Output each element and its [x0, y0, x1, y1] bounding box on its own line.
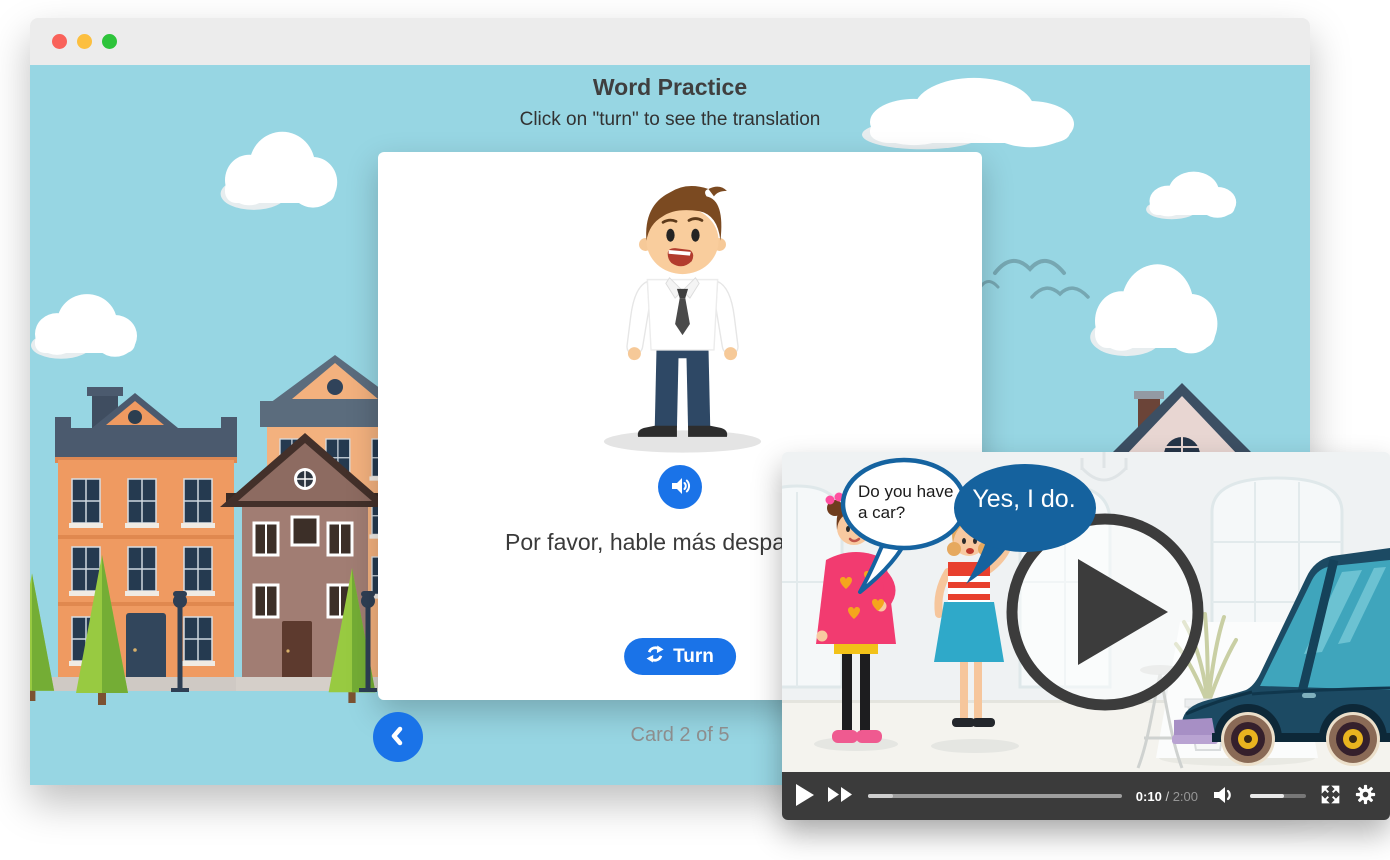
- time-current: 0:10: [1136, 789, 1162, 804]
- cartoon-man-illustration: [590, 162, 775, 462]
- video-controls-bar: 0:10 / 2:00: [782, 772, 1390, 820]
- speech-bubble-left-text: Do you have a car?: [858, 481, 964, 523]
- turn-button-label: Turn: [673, 646, 714, 668]
- volume-button[interactable]: [1212, 785, 1236, 808]
- time-separator: /: [1165, 789, 1172, 804]
- close-button[interactable]: [52, 34, 67, 49]
- page-subtitle: Click on "turn" to see the translation: [30, 109, 1310, 131]
- volume-icon: [1212, 785, 1236, 808]
- page-title: Word Practice: [30, 74, 1310, 101]
- refresh-icon: [646, 645, 664, 669]
- time-display: 0:10 / 2:00: [1136, 789, 1198, 804]
- gear-icon: [1355, 784, 1376, 808]
- video-screen[interactable]: Do you have a car? Yes, I do.: [782, 452, 1390, 772]
- time-total: 2:00: [1173, 789, 1198, 804]
- audio-button[interactable]: [658, 465, 702, 509]
- play-button[interactable]: [796, 784, 814, 809]
- fullscreen-button[interactable]: [1320, 784, 1341, 808]
- window-titlebar: [30, 18, 1310, 65]
- progress-played: [868, 794, 893, 798]
- play-icon: [1000, 705, 1210, 720]
- progress-bar[interactable]: [868, 794, 1122, 798]
- fullscreen-icon: [1320, 784, 1341, 808]
- speech-bubble-right-text: Yes, I do.: [960, 485, 1088, 514]
- play-icon: [796, 784, 814, 809]
- turn-button[interactable]: Turn: [624, 638, 736, 675]
- fast-forward-button[interactable]: [828, 787, 854, 805]
- settings-button[interactable]: [1355, 784, 1376, 808]
- zoom-button[interactable]: [102, 34, 117, 49]
- speaker-icon: [668, 474, 692, 501]
- building-orange: [50, 387, 242, 691]
- fast-forward-icon: [828, 787, 854, 805]
- house-right: [1108, 383, 1256, 457]
- flashcard-phrase: Por favor, hable más despa: [505, 529, 785, 556]
- speech-bubble-right: [950, 458, 1110, 598]
- volume-level: [1250, 794, 1284, 798]
- volume-slider[interactable]: [1250, 794, 1306, 798]
- video-player-panel: Do you have a car? Yes, I do. 0:10: [782, 452, 1390, 820]
- minimize-button[interactable]: [77, 34, 92, 49]
